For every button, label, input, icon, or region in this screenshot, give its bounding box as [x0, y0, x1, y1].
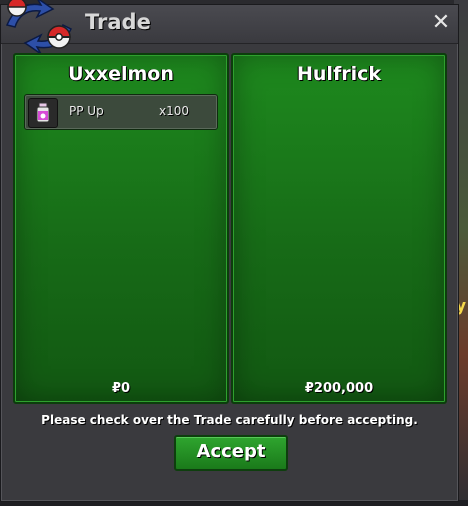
left-money: ₽0 — [111, 381, 131, 396]
trade-logo-icon — [5, 0, 72, 55]
right-offer-panel: Hulfrick ₽200,000 — [231, 53, 447, 404]
item-slot — [28, 98, 58, 128]
close-button[interactable]: ✕ — [430, 12, 452, 34]
offer-item-row[interactable]: PP Up x100 — [24, 94, 218, 130]
trade-notice: Please check over the Trade carefully be… — [41, 413, 418, 427]
item-name: PP Up — [69, 104, 104, 118]
right-money: ₽200,000 — [304, 381, 374, 396]
accept-button[interactable]: Accept — [174, 435, 288, 471]
close-icon: ✕ — [431, 10, 451, 35]
window-title: Trade — [85, 10, 151, 34]
pp-up-potion-icon — [36, 102, 50, 123]
left-offer-panel: Uxxelmon PP Up x100 ₽0 — [13, 53, 229, 404]
left-trader-name: Uxxelmon — [68, 63, 174, 85]
trade-window: Trade ✕ Uxxelmon PP Up x100 ₽0 Hulfrick … — [0, 0, 459, 502]
item-quantity: x100 — [158, 104, 189, 118]
right-trader-name: Hulfrick — [297, 63, 381, 85]
